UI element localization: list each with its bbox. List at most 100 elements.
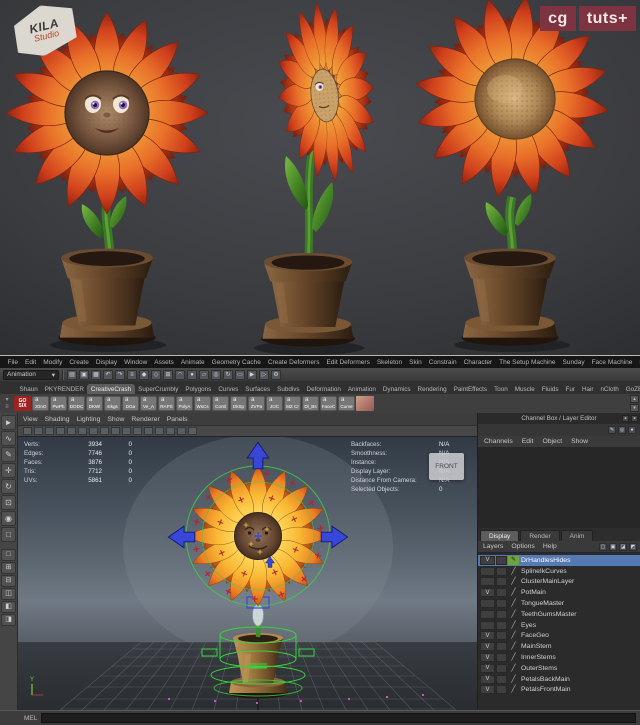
shelf-script-button[interactable]: aDKWl [86,396,103,411]
shelf-thumbnail-button[interactable] [356,396,374,411]
layer-visibility-toggle[interactable] [480,621,495,630]
speed-mode-icon[interactable]: ◎ [618,426,626,434]
shelf-tab[interactable]: PaintEffects [450,384,491,394]
layer-color-icon[interactable]: ╱ [508,599,519,608]
layer-name[interactable]: InnerStems [519,654,556,661]
shelf-script-button[interactable]: aJOC [266,396,283,411]
layer-name[interactable]: OuterStems [519,665,557,672]
TongueMaster[interactable]: ╱ TongueMaster [478,598,640,609]
shelf-script-button[interactable]: aDGa [122,396,139,411]
viewport-menu-item[interactable]: Renderer [131,416,159,423]
lighting-icon[interactable] [177,427,186,435]
shelf-script-button[interactable]: aMZ Cr [284,396,301,411]
channel-box-menu-item[interactable]: Edit [522,438,534,445]
move-tool-icon[interactable]: ✛ [1,463,16,478]
new-layer-icon[interactable]: ▣ [609,543,617,551]
menu-item[interactable]: Geometry Cache [212,359,261,366]
command-line-mode-button[interactable]: MEL [24,715,37,722]
undo-icon[interactable]: ↶ [103,370,113,380]
channel-list-empty[interactable] [478,448,640,528]
layer-name[interactable]: Eyes [519,622,536,629]
textured-icon[interactable] [166,427,175,435]
layer-visibility-toggle[interactable]: V [480,556,495,565]
last-tool-icon[interactable]: □ [1,527,16,542]
redo-icon[interactable]: ↷ [115,370,125,380]
render-current-frame-icon[interactable]: ▶ [247,370,257,380]
shelf-script-button[interactable]: aVe_A [140,396,157,411]
safe-action-icon[interactable] [122,427,131,435]
resolution-gate-icon[interactable] [89,427,98,435]
layer-display-type-toggle[interactable] [496,567,507,576]
wireframe-icon[interactable] [144,427,153,435]
manipulator-mode-icon[interactable]: ✎ [608,426,616,434]
layer-editor-tab[interactable]: Render [520,530,559,541]
layer-editor-tab[interactable]: Display [480,530,519,541]
shelf-tab[interactable]: CreativeCrash [87,384,134,394]
SplineIkCurves[interactable]: ╱ SplineIkCurves [478,566,640,577]
ipr-render-icon[interactable]: ▷ [259,370,269,380]
new-layer-assign-icon[interactable]: ◪ [619,543,627,551]
xray-icon[interactable] [188,427,197,435]
layer-editor-menu-item[interactable]: Layers [483,543,503,550]
shelf-tab[interactable]: PKYRENDER [41,384,87,394]
layer-visibility-toggle[interactable]: V [480,675,495,684]
shelf-tab[interactable]: Rendering [414,384,450,394]
construction-history-icon[interactable]: ↻ [223,370,233,380]
render-settings-icon[interactable]: ⚙ [271,370,281,380]
viewport-menu-item[interactable]: Shading [45,416,70,423]
shelf-tab[interactable]: Animation [344,384,379,394]
shelf-tab[interactable]: GoZBrush [622,384,640,394]
layer-color-icon[interactable]: ╱ [508,685,519,694]
menu-item[interactable]: The Setup Machine [499,359,555,366]
shelf-script-button[interactable]: aContl [212,396,229,411]
shelf-tab[interactable]: Hair [578,384,597,394]
lasso-select-tool-icon[interactable]: ∿ [1,431,16,446]
shelf-script-button[interactable]: aPolyA [176,396,193,411]
shelf-script-button[interactable]: aJOnG [32,396,49,411]
FaceGeo[interactable]: V ╱ FaceGeo [478,631,640,642]
layout-side-pane-icon[interactable]: ◫ [1,588,16,600]
layer-name[interactable]: PetalsFrontMain [519,686,571,693]
menu-set-dropdown[interactable]: Animation ▾ [3,370,59,380]
layer-display-type-toggle[interactable] [496,599,507,608]
layer-visibility-toggle[interactable]: V [480,631,495,640]
channel-box-menu-item[interactable]: Show [571,438,588,445]
layer-display-type-toggle[interactable] [496,621,507,630]
rotate-tool-icon[interactable]: ↻ [1,479,16,494]
snap-point-icon[interactable]: ● [187,370,197,380]
shelf-script-button[interactable]: aCurve [338,396,355,411]
layer-display-type-toggle[interactable] [496,556,507,565]
select-hierarchy-icon[interactable]: ≡ [127,370,137,380]
menu-item[interactable]: Assets [154,359,174,366]
shelf-tab[interactable]: nCloth [597,384,622,394]
layer-visibility-toggle[interactable] [480,599,495,608]
panel-detach-icon[interactable]: ▪ [622,415,629,422]
layer-display-type-toggle[interactable] [496,685,507,694]
layer-visibility-toggle[interactable]: V [480,664,495,673]
layer-editor-menu-item[interactable]: Options [511,543,534,550]
select-component-icon[interactable]: ◇ [151,370,161,380]
layer-editor-menu-item[interactable]: Help [543,543,557,550]
save-scene-icon[interactable]: ▦ [91,370,101,380]
menu-item[interactable]: Create Deformers [268,359,320,366]
menu-item[interactable]: Skeleton [377,359,402,366]
viewport-canvas[interactable]: Y Verts:39340Edges:77460Faces:38760Tris:… [18,437,477,710]
gate-mask-icon[interactable] [100,427,109,435]
layer-color-icon[interactable]: ╱ [508,653,519,662]
shelf-tab[interactable]: Shaun [16,384,41,394]
layer-display-type-toggle[interactable] [496,664,507,673]
select-tool-icon[interactable]: ► [1,415,16,430]
shelf-tab[interactable]: Polygons [182,384,215,394]
paint-select-tool-icon[interactable]: ✎ [1,447,16,462]
film-gate-icon[interactable] [78,427,87,435]
shelf-button-gosix[interactable]: GO SIX [14,396,31,411]
viewport-menu-item[interactable]: Lighting [77,416,101,423]
layer-name[interactable]: FaceGeo [519,632,549,639]
status-divider[interactable] [62,370,64,380]
shelf-script-button[interactable]: aFaceC [320,396,337,411]
shelf-tab[interactable]: Dynamics [379,384,414,394]
channel-box-menu-item[interactable]: Object [542,438,562,445]
make-live-icon[interactable]: ◎ [211,370,221,380]
shelf-scroll-down-icon[interactable]: ▾ [630,404,639,412]
layout-outliner-icon[interactable]: ◨ [1,614,16,626]
